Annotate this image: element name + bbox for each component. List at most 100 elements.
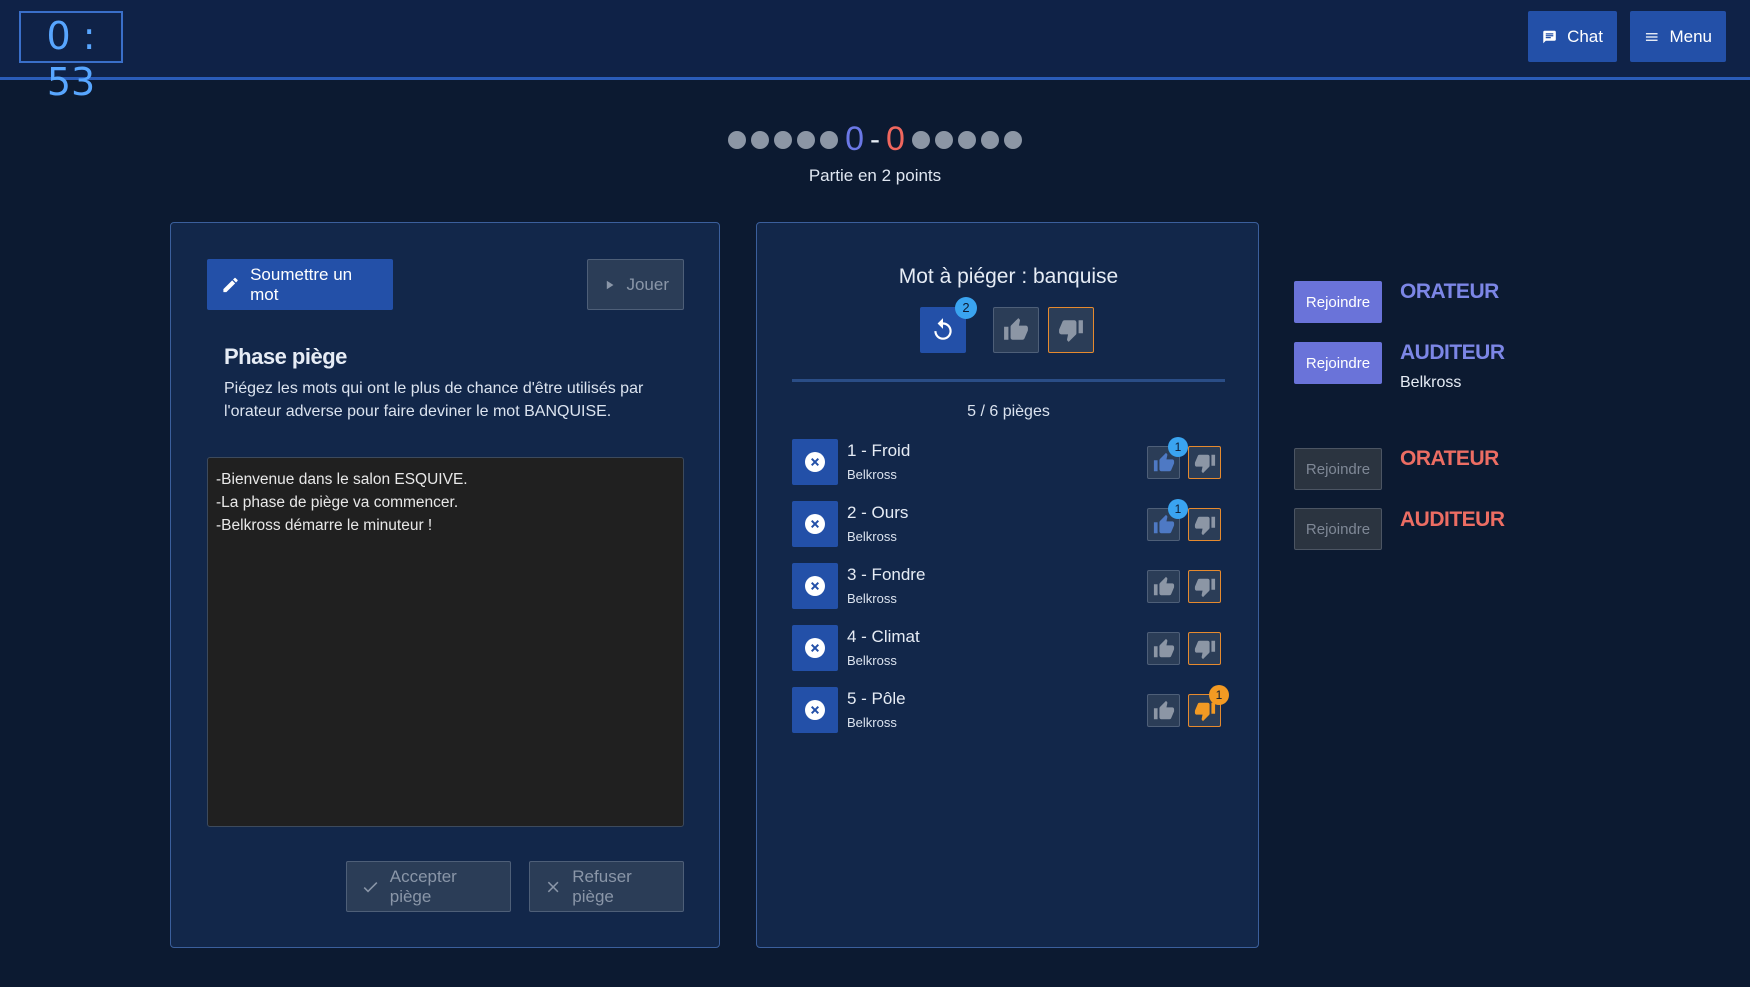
submit-word-button[interactable]: Soumettre un mot: [207, 259, 393, 310]
team-a-dots: [727, 130, 839, 149]
trap-thumbs-down-button[interactable]: [1188, 632, 1221, 665]
hamburger-icon: [1645, 32, 1658, 41]
trap-row: 2 - Ours Belkross 1: [792, 499, 1225, 547]
thumbs-down-button[interactable]: [1048, 307, 1094, 353]
trap-row: 1 - Froid Belkross 1: [792, 437, 1225, 485]
phase-description: Piégez les mots qui ont le plus de chanc…: [224, 380, 644, 420]
cancel-circle-icon: [805, 700, 825, 720]
chat-button[interactable]: Chat: [1528, 11, 1617, 62]
thumbs-up-button[interactable]: [993, 307, 1039, 353]
remove-trap-button[interactable]: [792, 625, 838, 671]
cancel-circle-icon: [805, 514, 825, 534]
trap-thumbs-up-button[interactable]: [1147, 694, 1180, 727]
trap-row: 4 - Climat Belkross: [792, 625, 1225, 671]
log-line: -La phase de piège va commencer.: [216, 494, 459, 511]
log-line: -Belkross démarre le minuteur !: [216, 517, 433, 534]
refresh-icon: [934, 318, 952, 340]
trap-row: 5 - Pôle Belkross 1: [792, 685, 1229, 733]
thumbs-up-icon: [1153, 638, 1174, 657]
trap-count: 5 / 6 pièges: [967, 403, 1050, 420]
thumbs-down-icon: [1194, 516, 1215, 535]
point-dot: [728, 130, 747, 149]
remove-trap-button[interactable]: [792, 501, 838, 547]
trap-thumbs-up-button[interactable]: [1147, 632, 1180, 665]
trap-row: 3 - Fondre Belkross: [792, 563, 1225, 609]
close-icon: [547, 881, 559, 892]
blue-listener-role: AUDITEUR: [1400, 341, 1505, 364]
thumbs-up-icon: [1004, 318, 1028, 340]
trap-word: 3 - Fondre: [847, 565, 926, 584]
score-separator: -: [870, 122, 880, 156]
accept-trap-button[interactable]: Accepter piège: [346, 861, 511, 912]
point-dot: [797, 130, 816, 149]
join-red-listener-button[interactable]: Rejoindre: [1294, 508, 1382, 550]
red-listener-role: AUDITEUR: [1400, 508, 1505, 531]
thumbs-up-icon: [1153, 576, 1174, 595]
trap-thumbs-down-button[interactable]: [1188, 508, 1221, 541]
trap-author: Belkross: [847, 653, 897, 668]
point-dot: [980, 130, 999, 149]
countdown-timer: 0 : 53: [19, 11, 123, 104]
top-bar: 0 : 53 Chat Menu: [0, 0, 1750, 104]
chat-icon: [1543, 30, 1556, 43]
chat-label: Chat: [1567, 26, 1603, 46]
refuse-trap-label: Refuser piège: [572, 866, 632, 906]
pencil-icon: [223, 277, 238, 292]
traps-panel: Mot à piéger : banquise 2 5 / 6 pièges 1…: [756, 222, 1259, 948]
divider: [792, 379, 1225, 382]
trap-thumbs-down-button[interactable]: [1188, 570, 1221, 603]
point-dot: [957, 130, 976, 149]
point-dot: [1003, 130, 1022, 149]
join-red-orator-button[interactable]: Rejoindre: [1294, 448, 1382, 490]
refuse-trap-button[interactable]: Refuser piège: [529, 861, 684, 912]
remove-trap-button[interactable]: [792, 563, 838, 609]
trap-word: 2 - Ours: [847, 503, 909, 522]
join-blue-listener-button[interactable]: Rejoindre: [1294, 342, 1382, 384]
phase-title: Phase piège: [224, 344, 347, 369]
submit-word-label: Soumettre un mot: [250, 264, 353, 304]
play-label: Jouer: [626, 274, 669, 294]
menu-button[interactable]: Menu: [1630, 11, 1726, 62]
trap-author: Belkross: [847, 591, 897, 606]
target-word-title: Mot à piéger : banquise: [898, 265, 1119, 288]
trap-word: 4 - Climat: [847, 627, 920, 646]
upvote-count-badge: 1: [1168, 437, 1188, 457]
join-blue-orator-button[interactable]: Rejoindre: [1294, 281, 1382, 323]
play-icon: [606, 280, 614, 289]
play-button[interactable]: Jouer: [587, 259, 684, 310]
game-subtitle: Partie en 2 points: [808, 166, 942, 185]
remove-trap-button[interactable]: [792, 439, 838, 485]
trap-author: Belkross: [847, 529, 897, 544]
menu-label: Menu: [1669, 26, 1712, 46]
blue-listener-player: Belkross: [1400, 374, 1462, 391]
trap-thumbs-down-button[interactable]: [1188, 446, 1221, 479]
game-log[interactable]: -Bienvenue dans le salon ESQUIVE. -La ph…: [207, 457, 684, 827]
thumbs-down-icon: [1194, 454, 1215, 473]
upvote-count-badge: 1: [1168, 499, 1188, 519]
thumbs-down-icon: [1059, 320, 1083, 342]
cancel-circle-icon: [805, 452, 825, 472]
team-a-score: 0: [845, 120, 864, 158]
remove-trap-button[interactable]: [792, 687, 838, 733]
point-dot: [911, 130, 930, 149]
trap-author: Belkross: [847, 467, 897, 482]
accept-trap-label: Accepter piège: [389, 866, 457, 906]
cancel-circle-icon: [805, 638, 825, 658]
team-b-score: 0: [886, 120, 905, 158]
trap-author: Belkross: [847, 715, 897, 730]
retry-count-badge: 2: [955, 297, 977, 319]
log-line: -Bienvenue dans le salon ESQUIVE.: [216, 471, 468, 488]
trap-word: 1 - Froid: [847, 441, 911, 460]
red-orator-role: ORATEUR: [1400, 447, 1499, 470]
downvote-count-badge: 1: [1209, 685, 1229, 705]
point-dot: [751, 130, 770, 149]
point-dot: [934, 130, 953, 149]
thumbs-down-icon: [1194, 578, 1215, 597]
trap-thumbs-up-button[interactable]: [1147, 570, 1180, 603]
thumbs-up-icon: [1153, 700, 1174, 719]
scoreboard: 0 - 0: [0, 120, 1750, 159]
check-icon: [363, 881, 378, 892]
trap-word: 5 - Pôle: [847, 689, 906, 708]
thumbs-down-icon: [1194, 640, 1215, 659]
team-b-dots: [911, 130, 1023, 149]
